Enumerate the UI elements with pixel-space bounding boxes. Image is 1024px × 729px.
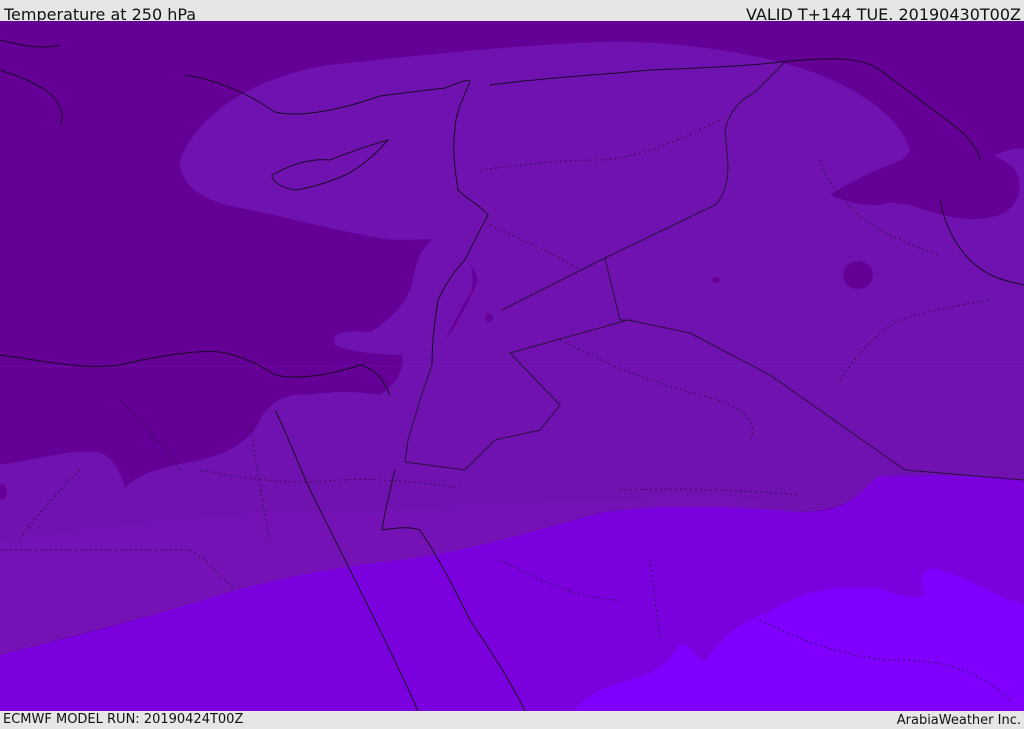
- model-run-label: ECMWF MODEL RUN: 20190424T00Z: [3, 712, 244, 727]
- footer-bar: ECMWF MODEL RUN: 20190424T00Z ArabiaWeat…: [0, 711, 1024, 729]
- dead-sea-spot: [485, 314, 493, 322]
- small-lake: [712, 277, 720, 283]
- header-bar: Temperature at 250 hPa VALID T+144 TUE. …: [0, 0, 1024, 24]
- map-canvas: [0, 21, 1024, 711]
- lake-van: [843, 261, 873, 289]
- credit-label: ArabiaWeather Inc.: [896, 713, 1021, 728]
- temperature-map[interactable]: [0, 21, 1024, 711]
